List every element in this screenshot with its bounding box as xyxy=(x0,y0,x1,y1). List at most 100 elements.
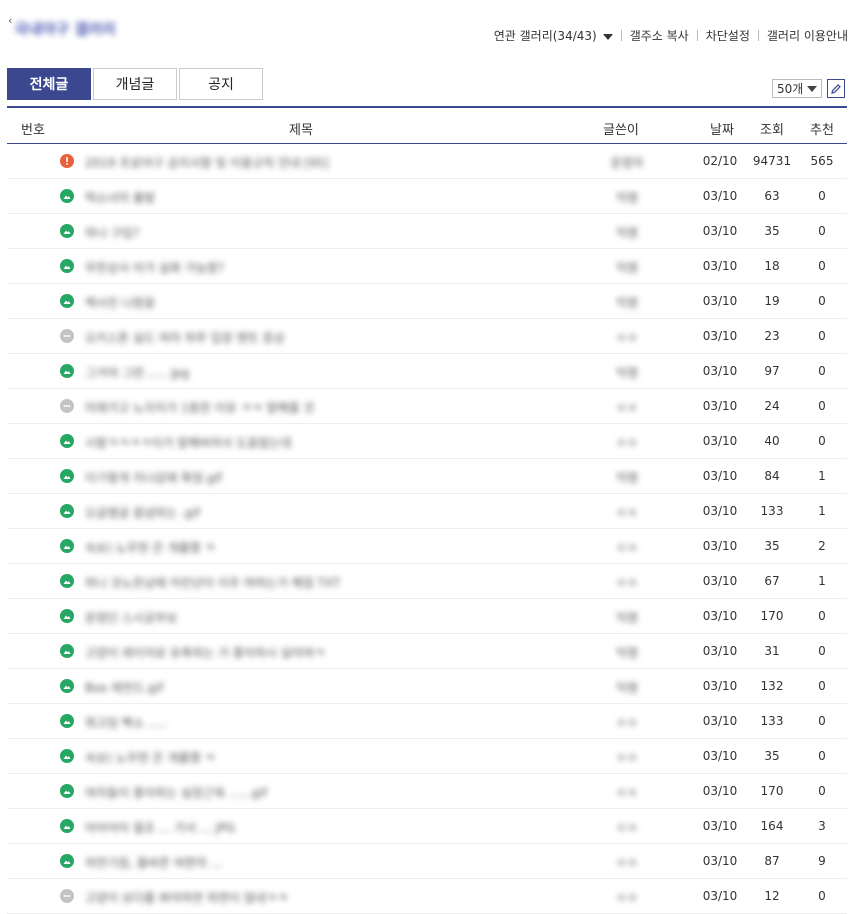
table-row[interactable]: 속보) 노무현 은 개를했 ㅋ ㅇㅇ 03/10 35 0 xyxy=(7,739,847,774)
post-recommend: 0 xyxy=(818,609,826,623)
post-writer[interactable]: 익명 xyxy=(587,609,667,626)
post-views: 133 xyxy=(760,504,784,518)
tab-notice[interactable]: 공지 xyxy=(179,68,263,100)
post-writer[interactable]: ㅇㅇ xyxy=(587,434,667,451)
post-title[interactable]: 무한상사 아가 실화 가능함? xyxy=(85,259,224,276)
post-writer[interactable]: 익명 xyxy=(587,469,667,486)
post-writer[interactable]: ㅇㅇ xyxy=(587,574,667,591)
table-row[interactable]: 속보) 노무현 은 개를했 ㅋ ㅇㅇ 03/10 35 2 xyxy=(7,529,847,564)
table-row[interactable]: 하나 구입? 익명 03/10 35 0 xyxy=(7,214,847,249)
image-post-icon xyxy=(60,819,74,833)
post-title[interactable]: 미래가고 노지지가 1등한 이유 ㅋㅋ 말해줄 것 xyxy=(85,399,314,416)
post-views: 67 xyxy=(764,574,780,588)
post-writer[interactable]: ㅇㅇ xyxy=(587,714,667,731)
tab-all-posts[interactable]: 전체글 xyxy=(7,68,91,100)
write-post-button[interactable] xyxy=(827,79,845,98)
post-title[interactable]: 허연기침, 올바른 여편의 ... xyxy=(85,854,222,871)
post-views: 40 xyxy=(764,434,780,448)
post-views: 23 xyxy=(764,329,780,343)
post-writer[interactable]: 익명 xyxy=(587,294,667,311)
post-writer[interactable]: ㅇㅇ xyxy=(587,819,667,836)
post-title[interactable]: 여자들이 좋아하는 실장근육 ......gif xyxy=(85,784,267,801)
post-writer[interactable]: 익명 xyxy=(587,364,667,381)
post-writer[interactable]: ㅇㅇ xyxy=(587,749,667,766)
table-row[interactable]: 분점단 스시공부보 익명 03/10 170 0 xyxy=(7,599,847,634)
post-title[interactable]: 떡소녀의 출발 xyxy=(85,189,155,206)
post-title[interactable]: 뭐고임 빡소 ..... xyxy=(85,714,167,731)
gallery-guide-link[interactable]: 갤러리 이용안내 xyxy=(767,27,848,44)
post-writer[interactable]: ㅇㅇ xyxy=(587,889,667,906)
post-title[interactable]: 고양이 레이저로 유혹하는 거 좋아하시 실어여ㅋ xyxy=(85,644,325,661)
table-row[interactable]: 백사진 나왔음 익명 03/10 19 0 xyxy=(7,284,847,319)
post-writer[interactable]: 익명 xyxy=(587,259,667,276)
image-post-icon xyxy=(60,609,74,623)
image-post-icon xyxy=(60,469,74,483)
page-size-select[interactable]: 50개 xyxy=(772,79,822,98)
post-recommend: 0 xyxy=(818,714,826,728)
post-writer[interactable]: 익명 xyxy=(587,189,667,206)
post-writer[interactable]: 익명 xyxy=(587,644,667,661)
table-row[interactable]: 무한상사 아가 실화 가능함? 익명 03/10 18 0 xyxy=(7,249,847,284)
post-title[interactable]: 고양이 보다를 봐야하면 하면이 많네ㅋㅋ xyxy=(85,889,288,906)
table-row[interactable]: 뭐고임 빡소 ..... ㅇㅇ 03/10 133 0 xyxy=(7,704,847,739)
image-post-icon xyxy=(60,434,74,448)
post-title[interactable]: 오키스톤 실드 여자 하루 입장 멘트 증상 xyxy=(85,329,285,346)
table-row[interactable]: Box 레전드.gif 익명 03/10 132 0 xyxy=(7,669,847,704)
post-title[interactable]: 시발ㅋㅋㅋㅋ이거 말해버려서 도움됬는데 xyxy=(85,434,291,451)
copy-address-link[interactable]: 갤주소 복사 xyxy=(630,27,689,44)
table-row[interactable]: 허연기침, 올바른 여편의 ... ㅇㅇ 03/10 87 9 xyxy=(7,844,847,879)
post-views: 132 xyxy=(760,679,784,693)
related-gallery-link[interactable]: 연관 갤러리(34/43) xyxy=(494,27,613,44)
table-row[interactable]: 고양이 보다를 봐야하면 하면이 많네ㅋㅋ ㅇㅇ 03/10 12 0 xyxy=(7,879,847,914)
post-title[interactable]: 오글맹글 중념하는 .gif xyxy=(85,504,200,521)
post-writer[interactable]: ㅇㅇ xyxy=(587,539,667,556)
image-post-icon xyxy=(60,784,74,798)
post-views: 94731 xyxy=(752,154,792,168)
post-writer[interactable]: ㅇㅇ xyxy=(587,784,667,801)
post-date: 03/10 xyxy=(702,784,738,798)
post-date: 03/10 xyxy=(702,854,738,868)
post-recommend: 3 xyxy=(818,819,826,833)
post-writer[interactable]: 운영자 xyxy=(587,154,667,171)
col-title: 제목 xyxy=(289,123,313,138)
back-marker[interactable]: ‹ xyxy=(8,14,12,27)
table-row[interactable]: 하니 코노돈남에 어린년이 이주 여하는거 해접 TXT ㅇㅇ 03/10 67 1 xyxy=(7,564,847,599)
post-writer[interactable]: 익명 xyxy=(587,679,667,696)
table-row[interactable]: 아아아아 월조 ... 가서 ... JPG ㅇㅇ 03/10 164 3 xyxy=(7,809,847,844)
post-title[interactable]: 그거야 그런 ..... jpg xyxy=(85,364,189,381)
block-settings-link[interactable]: 차단설정 xyxy=(706,27,750,44)
post-title[interactable]: 이기렇게 지나감에 확정.gif xyxy=(85,469,222,486)
post-title[interactable]: 분점단 스시공부보 xyxy=(85,609,177,626)
post-title[interactable]: 백사진 나왔음 xyxy=(85,294,155,311)
post-title[interactable]: 하니 코노돈남에 어린년이 이주 여하는거 해접 TXT xyxy=(85,574,340,591)
table-row[interactable]: 고양이 레이저로 유혹하는 거 좋아하시 실어여ㅋ 익명 03/10 31 0 xyxy=(7,634,847,669)
page-size-value: 50개 xyxy=(777,82,804,96)
table-row[interactable]: 오글맹글 중념하는 .gif ㅇㅇ 03/10 133 1 xyxy=(7,494,847,529)
post-writer[interactable]: 익명 xyxy=(587,224,667,241)
table-row[interactable]: 그거야 그런 ..... jpg 익명 03/10 97 0 xyxy=(7,354,847,389)
table-row[interactable]: 여자들이 좋아하는 실장근육 ......gif ㅇㅇ 03/10 170 0 xyxy=(7,774,847,809)
table-body: 2019 프로야구 공지사항 및 이용규칙 안내 [95] 운영자 02/10 947… xyxy=(7,144,847,914)
tab-concept-posts[interactable]: 개념글 xyxy=(93,68,177,100)
post-title[interactable]: 2019 프로야구 공지사항 및 이용규칙 안내 [95] xyxy=(85,154,329,171)
post-writer[interactable]: ㅇㅇ xyxy=(587,854,667,871)
post-title[interactable]: 속보) 노무현 은 개를했 ㅋ xyxy=(85,539,215,556)
post-recommend: 0 xyxy=(818,679,826,693)
post-date: 03/10 xyxy=(702,329,738,343)
post-title[interactable]: 속보) 노무현 은 개를했 ㅋ xyxy=(85,749,215,766)
post-title[interactable]: Box 레전드.gif xyxy=(85,679,163,696)
table-row[interactable]: 오키스톤 실드 여자 하루 입장 멘트 증상 ㅇㅇ 03/10 23 0 xyxy=(7,319,847,354)
table-row[interactable]: 이기렇게 지나감에 확정.gif 익명 03/10 84 1 xyxy=(7,459,847,494)
post-title[interactable]: 아아아아 월조 ... 가서 ... JPG xyxy=(85,819,235,836)
post-title[interactable]: 하나 구입? xyxy=(85,224,139,241)
gallery-title[interactable]: 국내야구 갤러리 xyxy=(14,18,116,39)
table-row[interactable]: 미래가고 노지지가 1등한 이유 ㅋㅋ 말해줄 것 ㅇㅇ 03/10 24 0 xyxy=(7,389,847,424)
post-writer[interactable]: ㅇㅇ xyxy=(587,399,667,416)
post-date: 03/10 xyxy=(702,644,738,658)
table-row[interactable]: 시발ㅋㅋㅋㅋ이거 말해버려서 도움됬는데 ㅇㅇ 03/10 40 0 xyxy=(7,424,847,459)
post-writer[interactable]: ㅇㅇ xyxy=(587,504,667,521)
table-row[interactable]: 떡소녀의 출발 익명 03/10 63 0 xyxy=(7,179,847,214)
post-writer[interactable]: ㅇㅇ xyxy=(587,329,667,346)
table-row[interactable]: 2019 프로야구 공지사항 및 이용규칙 안내 [95] 운영자 02/10 947… xyxy=(7,144,847,179)
post-views: 170 xyxy=(760,609,784,623)
